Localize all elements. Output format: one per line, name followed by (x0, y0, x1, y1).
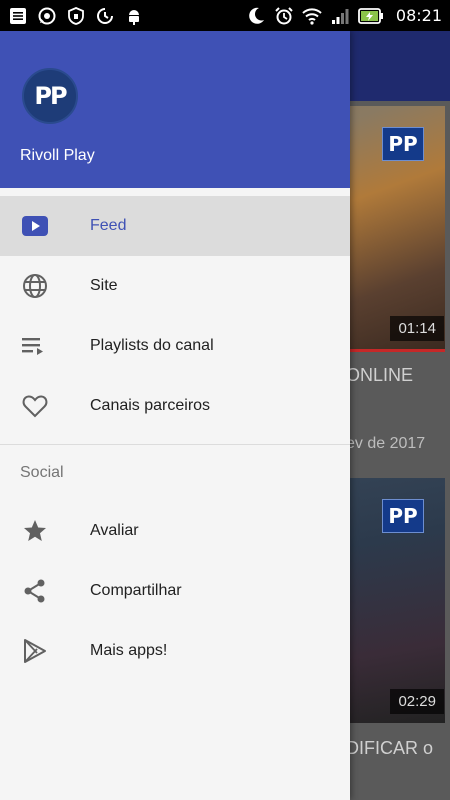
navigation-drawer: PP Rivoll Play Feed Site Playlists do ca… (0, 31, 350, 800)
menu-label: Avaliar (90, 522, 139, 539)
clock: 08:21 (395, 6, 442, 25)
youtube-play-icon (22, 213, 48, 239)
heart-icon (22, 393, 48, 419)
social-menu: Avaliar Compartilhar Mais apps! (0, 501, 350, 681)
section-title-social: Social (20, 464, 64, 481)
menu-label: Canais parceiros (90, 397, 211, 414)
menu-label: Compartilhar (90, 582, 182, 599)
menu-item-more-apps[interactable]: Mais apps! (0, 621, 350, 681)
shield-icon (68, 6, 84, 25)
share-icon (22, 578, 48, 604)
menu-item-partner-channels[interactable]: Canais parceiros (0, 376, 350, 436)
video-duration: 01:14 (390, 316, 444, 341)
menu-item-playlists[interactable]: Playlists do canal (0, 316, 350, 376)
channel-logo: PP (382, 127, 424, 161)
notes-icon (10, 7, 26, 24)
menu-label: Playlists do canal (90, 337, 214, 354)
android-icon (129, 9, 139, 25)
globe-icon (22, 273, 48, 299)
wifi-icon (302, 7, 322, 25)
playlist-icon (22, 333, 48, 359)
menu-label: Site (90, 277, 118, 294)
video-duration: 02:29 (390, 689, 444, 714)
menu-label: Mais apps! (90, 642, 168, 659)
drawer-header: PP Rivoll Play (0, 31, 350, 188)
star-icon (22, 518, 48, 544)
battery-charging-icon (357, 7, 383, 24)
video-date: ev de 2017 (346, 435, 426, 452)
menu-item-feed[interactable]: Feed (0, 196, 350, 256)
channel-logo: PP (382, 499, 424, 533)
menu-item-site[interactable]: Site (0, 256, 350, 316)
alarm-icon (275, 6, 293, 24)
primary-menu: Feed Site Playlists do canal Canais parc… (0, 188, 350, 436)
play-store-icon (22, 638, 48, 664)
video-title: ONLINE (346, 365, 414, 385)
data-saver-icon (97, 7, 113, 24)
moon-icon (249, 7, 264, 24)
menu-label: Feed (90, 217, 127, 234)
video-title: DIFICAR o (346, 738, 434, 758)
app-name: Rivoll Play (20, 147, 95, 164)
menu-item-share[interactable]: Compartilhar (0, 561, 350, 621)
app-avatar: PP (22, 68, 78, 124)
signal-icon (331, 8, 349, 24)
menu-item-rate[interactable]: Avaliar (0, 501, 350, 561)
whatsapp-icon (38, 7, 56, 24)
status-bar: 08:21 (0, 0, 450, 31)
